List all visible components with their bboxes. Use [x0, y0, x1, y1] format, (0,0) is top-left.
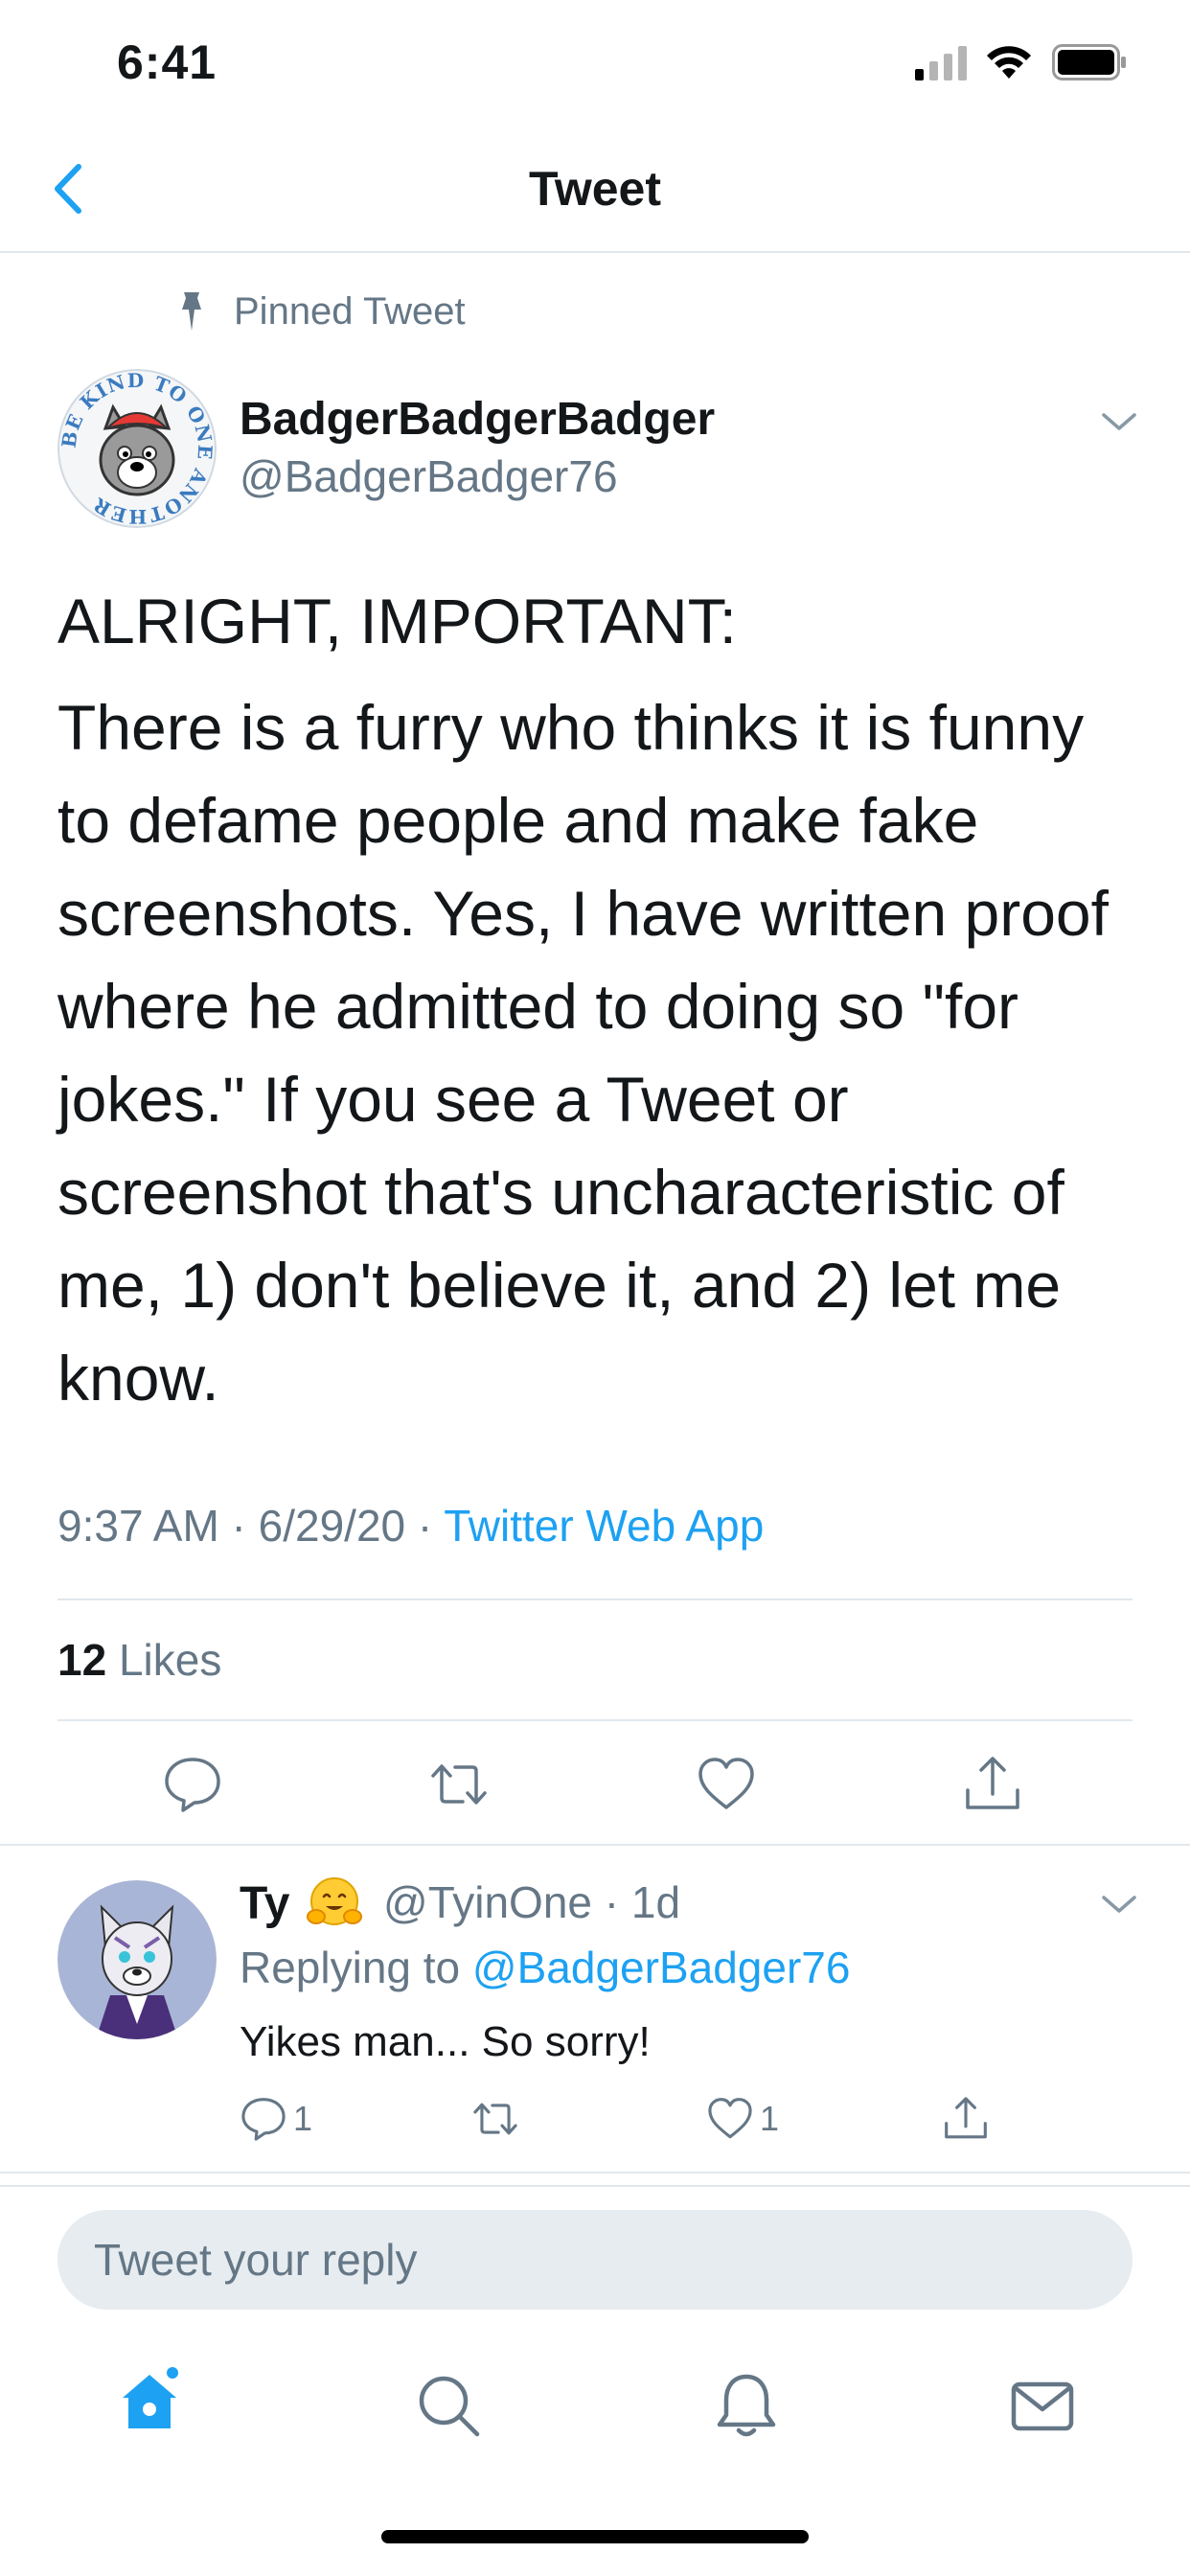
reply-handle-time: @TyinOne · 1d: [383, 1877, 681, 1927]
cellular-signal-icon: [915, 46, 967, 80]
reply-icon[interactable]: [162, 1754, 223, 1815]
author-name[interactable]: BadgerBadgerBadger: [240, 393, 715, 446]
chevron-down-icon[interactable]: [1098, 1890, 1140, 1919]
divider: [0, 1844, 1190, 1846]
nav-bar: Tweet: [0, 128, 1190, 253]
badger-avatar-image: BE KIND TO ONE ANOTHER: [57, 369, 217, 528]
reply-input[interactable]: Tweet your reply: [57, 2210, 1133, 2310]
reply-retweet-button[interactable]: [471, 2093, 525, 2145]
tweet-paragraph: There is a furry who thinks it is funny …: [57, 692, 1109, 1414]
reply-share-button[interactable]: [942, 2093, 995, 2145]
divider: [57, 1719, 1133, 1721]
replying-prefix: Replying to: [240, 1943, 472, 1992]
reply-author[interactable]: Ty: [240, 1874, 364, 1933]
reply-reply-count: 1: [293, 2099, 313, 2138]
reply-author-name: Ty: [240, 1877, 290, 1929]
replying-to: Replying to @BadgerBadger76: [240, 1942, 850, 1993]
like-icon: [708, 2098, 752, 2139]
reply-like-count: 1: [760, 2099, 780, 2138]
tweet-paragraph: ALRIGHT, IMPORTANT:: [57, 586, 737, 656]
retweet-icon: [473, 2103, 517, 2135]
reply-like-button[interactable]: 1: [706, 2093, 779, 2145]
tweet-timestamp: 9:37 AM · 6/29/20 ·: [57, 1501, 445, 1551]
hugging-face-emoji-icon: [307, 1877, 363, 1925]
likes-label: Likes: [118, 1635, 222, 1685]
reply-text: Yikes man... So sorry!: [240, 2018, 651, 2065]
search-icon[interactable]: [414, 2371, 483, 2440]
reply-input-placeholder: Tweet your reply: [94, 2235, 418, 2285]
battery-icon: [1052, 44, 1126, 80]
home-icon[interactable]: [115, 2367, 184, 2436]
composer-top-border: [0, 2185, 1190, 2187]
messages-icon[interactable]: [1008, 2371, 1077, 2440]
reply-icon: [241, 2098, 286, 2141]
wolf-avatar-image: [57, 1880, 217, 2039]
pinned-text: Pinned Tweet: [234, 289, 466, 333]
share-icon[interactable]: [962, 1754, 1023, 1815]
like-icon[interactable]: [696, 1754, 757, 1815]
reply-author-avatar[interactable]: [57, 1880, 217, 2039]
divider: [57, 1598, 1133, 1600]
page-title: Tweet: [529, 162, 661, 216]
author-handle[interactable]: @BadgerBadger76: [240, 450, 618, 502]
wifi-icon: [987, 46, 1031, 79]
home-indicator[interactable]: [381, 2530, 809, 2543]
tweet-source-link[interactable]: Twitter Web App: [444, 1501, 764, 1551]
pin-icon: [182, 292, 201, 331]
status-time: 6:41: [117, 35, 217, 89]
pinned-label: Pinned Tweet: [172, 288, 466, 335]
status-bar: 6:41: [0, 0, 1190, 128]
divider: [0, 2172, 1190, 2174]
reply-reply-button[interactable]: 1: [240, 2093, 312, 2145]
tweet-meta: 9:37 AM · 6/29/20 · Twitter Web App: [57, 1500, 764, 1552]
likes-count[interactable]: 12 Likes: [57, 1634, 221, 1686]
notifications-icon[interactable]: [712, 2371, 781, 2440]
chevron-down-icon[interactable]: [1098, 407, 1140, 436]
likes-number: 12: [57, 1635, 107, 1685]
tweet-text: ALRIGHT, IMPORTANT: There is a furry who…: [57, 575, 1140, 1438]
share-icon: [945, 2097, 987, 2139]
author-avatar[interactable]: BE KIND TO ONE ANOTHER: [57, 369, 217, 528]
replying-to-link[interactable]: @BadgerBadger76: [472, 1943, 851, 1992]
retweet-icon[interactable]: [428, 1754, 490, 1815]
